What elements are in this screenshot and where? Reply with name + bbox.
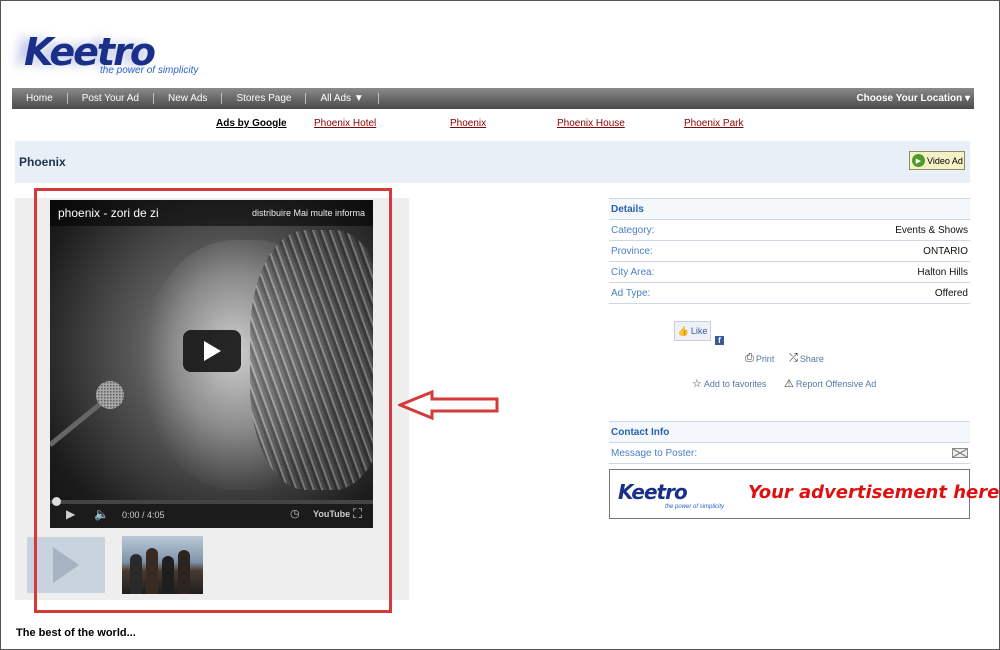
contact-heading: Contact Info — [609, 422, 970, 443]
nav-all-ads-dropdown[interactable]: All Ads ▼ — [306, 93, 379, 104]
message-poster-label[interactable]: Message to Poster: — [611, 448, 697, 459]
print-link[interactable]: ⎙ Print — [745, 352, 774, 365]
nav-post-your-ad[interactable]: Post Your Ad — [68, 93, 154, 104]
message-poster-row[interactable]: Message to Poster: — [609, 443, 970, 464]
printer-icon: ⎙ — [745, 352, 754, 364]
ad-description: The best of the world... — [16, 627, 136, 639]
details-row: Ad Type: Offered — [609, 283, 970, 304]
thumbs-up-icon: 👍 — [677, 325, 689, 336]
detail-value-province: ONTARIO — [923, 245, 968, 257]
google-ads-row: Ads by Google Phoenix Hotel Phoenix Phoe… — [0, 118, 1000, 132]
nav-new-ads[interactable]: New Ads — [154, 93, 223, 104]
share-label: Share — [799, 353, 824, 364]
detail-label-category: Category: — [611, 224, 655, 236]
video-ad-button[interactable]: ▶ Video Ad — [909, 151, 965, 170]
report-label: Report Offensive Ad — [795, 378, 877, 389]
play-circle-icon: ▶ — [912, 154, 925, 167]
detail-value-ad-type: Offered — [934, 287, 968, 299]
ad-link-phoenix-park[interactable]: Phoenix Park — [684, 118, 743, 129]
facebook-like-button[interactable]: 👍 Like — [674, 321, 711, 341]
detail-label-province: Province: — [611, 245, 653, 257]
contact-info-table: Contact Info Message to Poster: — [609, 421, 970, 464]
ad-link-phoenix-hotel[interactable]: Phoenix Hotel — [314, 118, 376, 129]
site-logo[interactable]: Keetro the power of simplicity — [20, 30, 210, 82]
page-title: Phoenix — [19, 155, 66, 169]
print-label: Print — [755, 353, 775, 364]
details-row: Province: ONTARIO — [609, 241, 970, 262]
banner-text: Your advertisement here! — [748, 482, 1000, 503]
facebook-icon[interactable]: f — [715, 336, 724, 345]
share-link[interactable]: ⤮ Share — [789, 352, 824, 365]
banner-logo-tagline: the power of simplicity — [665, 504, 725, 510]
detail-label-city-area: City Area: — [611, 266, 655, 278]
nav-home[interactable]: Home — [12, 93, 68, 104]
detail-label-ad-type: Ad Type: — [611, 287, 651, 299]
envelope-icon[interactable] — [952, 448, 968, 458]
warning-icon: ⚠ — [784, 378, 794, 390]
detail-value-city-area: Halton Hills — [917, 266, 968, 278]
star-icon: ☆ — [692, 378, 702, 390]
ad-link-phoenix[interactable]: Phoenix — [450, 118, 486, 129]
add-to-favorites-link[interactable]: ☆ Add to favorites — [692, 377, 766, 390]
ads-by-google-label[interactable]: Ads by Google — [216, 118, 287, 129]
advertisement-banner[interactable]: Keetro the power of simplicity Your adve… — [609, 469, 1000, 519]
video-ad-label: Video Ad — [927, 155, 963, 166]
logo-tagline: the power of simplicity — [100, 65, 199, 76]
details-row: City Area: Halton Hills — [609, 262, 970, 283]
highlight-box — [34, 188, 392, 613]
details-heading-label: Details — [611, 203, 644, 215]
details-heading: Details — [609, 199, 970, 220]
details-row: Category: Events & Shows — [609, 220, 970, 241]
location-dropdown[interactable]: Choose Your Location ▾ — [856, 93, 974, 104]
like-label: Like — [690, 326, 708, 336]
details-table: Details Category: Events & Shows Provinc… — [609, 198, 970, 304]
favorite-label: Add to favorites — [703, 378, 767, 389]
main-nav: Home Post Your Ad New Ads Stores Page Al… — [12, 88, 974, 109]
contact-heading-label: Contact Info — [611, 426, 670, 438]
report-ad-link[interactable]: ⚠ Report Offensive Ad — [784, 377, 876, 390]
ad-link-phoenix-house[interactable]: Phoenix House — [557, 118, 625, 129]
detail-value-category: Events & Shows — [895, 224, 968, 236]
banner-logo: Keetro — [618, 480, 688, 504]
share-icon: ⤮ — [789, 352, 798, 364]
red-arrow-icon — [398, 390, 499, 420]
nav-stores-page[interactable]: Stores Page — [222, 93, 307, 104]
listing-title-bar: Phoenix ▶ Video Ad — [15, 141, 970, 183]
